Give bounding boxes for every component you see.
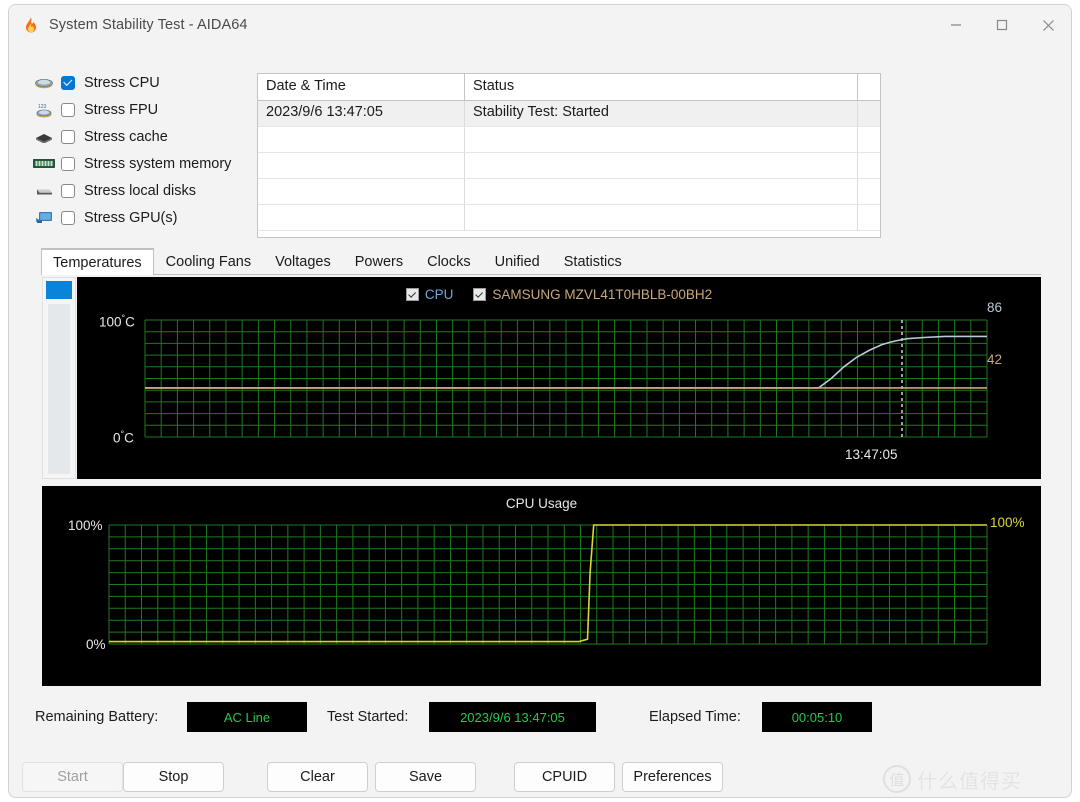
stress-option-label: Stress CPU [84,75,160,91]
site-watermark: 值 什么值得买 [883,758,1063,798]
fpu-chip-icon: 123 [31,100,57,120]
tab-powers[interactable]: Powers [343,248,415,274]
temperature-chart-scrollbar[interactable] [42,277,76,479]
stress-system-memory-checkbox[interactable] [61,157,75,171]
cpu-usage-value-label: 100% [990,515,1025,530]
start-button[interactable]: Start [22,762,123,792]
stress-gpu-checkbox[interactable] [61,211,75,225]
svg-text:123: 123 [38,104,47,110]
temp-value-ssd: 42 [987,352,1002,367]
temp-marker-time-label: 13:47:05 [845,447,898,462]
stress-option-fpu[interactable]: 123 Stress FPU [31,96,251,123]
table-row[interactable] [258,153,880,179]
column-header-status: Status [465,74,858,100]
tab-unified[interactable]: Unified [483,248,552,274]
cell-datetime: 2023/9/6 13:47:05 [258,101,465,126]
table-row-spacer [858,127,880,152]
stress-option-label: Stress cache [84,129,168,145]
save-button[interactable]: Save [375,762,476,792]
gpu-monitor-icon [31,208,57,228]
minimize-icon[interactable] [933,5,979,45]
stress-option-label: Stress GPU(s) [84,210,177,226]
elapsed-time-value: 00:05:10 [762,702,872,732]
scrollbar-thumb[interactable] [46,281,72,299]
cpu-chip-icon [31,73,57,93]
maximize-icon[interactable] [979,5,1025,45]
table-row[interactable] [258,205,880,231]
scrollbar-track[interactable] [48,304,70,474]
table-row[interactable] [258,179,880,205]
stress-option-label: Stress system memory [84,156,231,172]
tab-clocks[interactable]: Clocks [415,248,483,274]
cell-status [465,205,858,230]
system-stability-test-window: System Stability Test - AIDA64 [8,4,1072,798]
cell-status [465,127,858,152]
table-header-spacer [858,74,880,100]
tab-statistics[interactable]: Statistics [552,248,634,274]
stress-option-cache[interactable]: Stress cache [31,123,251,150]
table-row[interactable] [258,127,880,153]
test-started-label: Test Started: [327,709,408,725]
window-controls [933,5,1071,45]
cell-datetime [258,153,465,178]
table-row-spacer [858,153,880,178]
stress-fpu-checkbox[interactable] [61,103,75,117]
table-header-row: Date & Time Status [258,74,880,101]
stress-cache-checkbox[interactable] [61,130,75,144]
table-row[interactable]: 2023/9/6 13:47:05 Stability Test: Starte… [258,101,880,127]
elapsed-time-label: Elapsed Time: [649,709,741,725]
cell-datetime [258,179,465,204]
stress-option-label: Stress FPU [84,102,158,118]
cpu-usage-plot-area [42,486,1041,686]
stress-option-system-memory[interactable]: Stress system memory [31,150,251,177]
stress-options-list: Stress CPU 123 Stress FPU [31,69,251,231]
cell-status: Stability Test: Started [465,101,858,126]
table-row-spacer [858,179,880,204]
test-started-value: 2023/9/6 13:47:05 [429,702,596,732]
cell-datetime [258,205,465,230]
tab-voltages[interactable]: Voltages [263,248,343,274]
watermark-text: 什么值得买 [917,765,1022,794]
stress-option-local-disks[interactable]: Stress local disks [31,177,251,204]
hard-disk-icon [31,181,57,201]
stress-cpu-checkbox[interactable] [61,76,75,90]
tab-temperatures[interactable]: Temperatures [41,248,154,275]
status-log-table[interactable]: Date & Time Status 2023/9/6 13:47:05 Sta… [257,73,881,238]
stress-local-disks-checkbox[interactable] [61,184,75,198]
temperatures-chart: CPU SAMSUNG MZVL41T0HBLB-00BH2 100°C 0°C… [77,277,1041,479]
status-fields-bar: Remaining Battery: AC Line Test Started:… [9,702,1071,742]
memory-module-icon [31,154,57,174]
cell-status [465,179,858,204]
temp-value-cpu: 86 [987,300,1002,315]
stress-option-cpu[interactable]: Stress CPU [31,69,251,96]
cpu-usage-chart: CPU Usage 100% 0% 100% [42,486,1041,686]
cache-chip-icon [31,127,57,147]
clear-button[interactable]: Clear [267,762,368,792]
battery-label: Remaining Battery: [35,709,158,725]
table-row-spacer [858,205,880,230]
cell-datetime [258,127,465,152]
flame-icon [21,15,41,35]
cell-status [465,153,858,178]
battery-value: AC Line [187,702,307,732]
window-title: System Stability Test - AIDA64 [49,17,248,33]
stress-option-gpu[interactable]: Stress GPU(s) [31,204,251,231]
close-icon[interactable] [1025,5,1071,45]
title-bar: System Stability Test - AIDA64 [9,5,1071,45]
cpuid-button[interactable]: CPUID [514,762,615,792]
tab-cooling-fans[interactable]: Cooling Fans [154,248,263,274]
stress-option-label: Stress local disks [84,183,196,199]
preferences-button[interactable]: Preferences [622,762,723,792]
column-header-datetime: Date & Time [258,74,465,100]
table-row-spacer [858,101,880,126]
watermark-badge: 值 [883,765,911,793]
stop-button[interactable]: Stop [123,762,224,792]
chart-tabs: Temperatures Cooling Fans Voltages Power… [41,248,1041,275]
